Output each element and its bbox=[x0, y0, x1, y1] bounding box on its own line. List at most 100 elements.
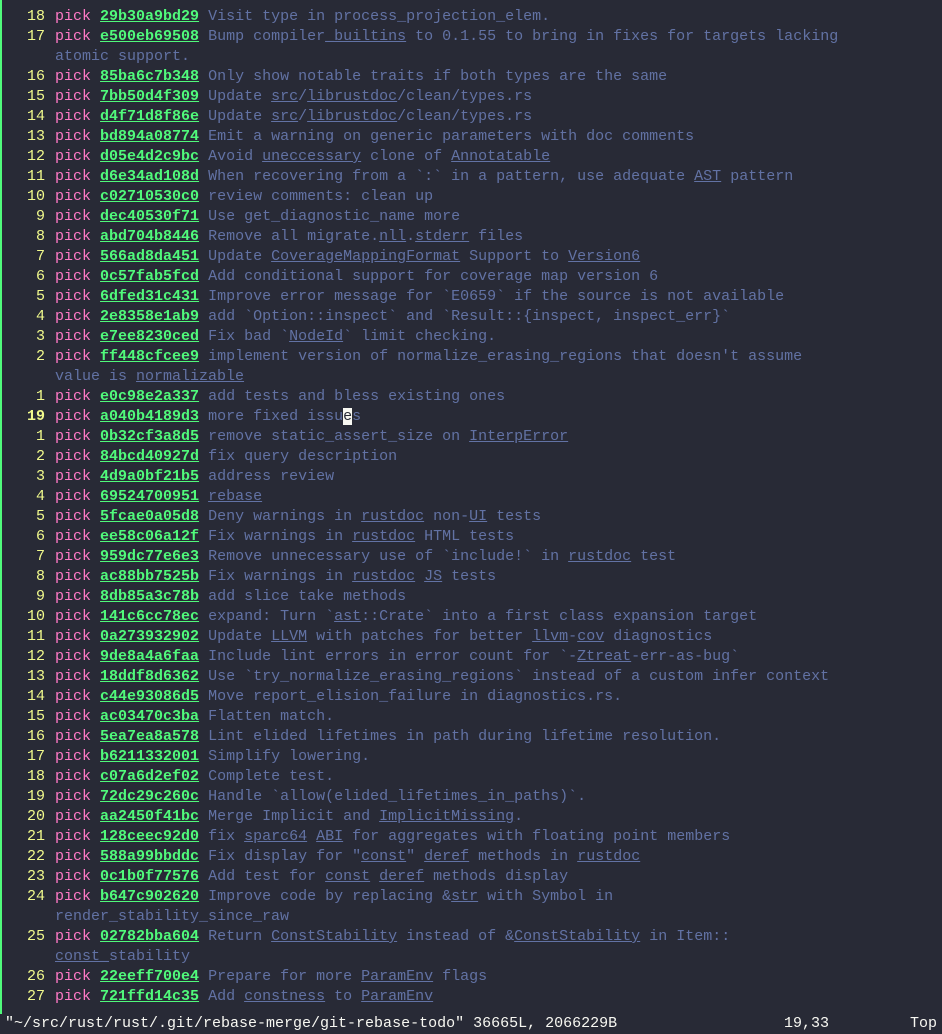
editor-line[interactable]: 20pick aa2450f41bc Merge Implicit and Im… bbox=[0, 807, 942, 827]
rebase-command: pick bbox=[55, 668, 91, 685]
rebase-command: pick bbox=[55, 728, 91, 745]
editor-line[interactable]: 4pick 2e8358e1ab9 add `Option::inspect` … bbox=[0, 307, 942, 327]
commit-hash: 0a273932902 bbox=[100, 628, 199, 645]
editor-line[interactable]: 8pick ac88bb7525b Fix warnings in rustdo… bbox=[0, 567, 942, 587]
editor-line[interactable]: 14pick d4f71d8f86e Update src/librustdoc… bbox=[0, 107, 942, 127]
commit-hash: 0c57fab5fcd bbox=[100, 268, 199, 285]
editor-line[interactable]: 2pick 84bcd40927d fix query description bbox=[0, 447, 942, 467]
editor-line[interactable]: 11pick d6e34ad108d When recovering from … bbox=[0, 167, 942, 187]
commit-hash: ac88bb7525b bbox=[100, 568, 199, 585]
line-number: 3 bbox=[0, 327, 55, 347]
editor-line[interactable]: 5pick 5fcae0a05d8 Deny warnings in rustd… bbox=[0, 507, 942, 527]
editor-line[interactable]: 7pick 566ad8da451 Update CoverageMapping… bbox=[0, 247, 942, 267]
rebase-command: pick bbox=[55, 828, 91, 845]
line-number: 5 bbox=[0, 507, 55, 527]
line-number: 1 bbox=[0, 387, 55, 407]
editor-line[interactable]: 18pick c07a6d2ef02 Complete test. bbox=[0, 767, 942, 787]
editor-viewport[interactable]: 18pick 29b30a9bd29 Visit type in process… bbox=[0, 0, 942, 1034]
editor-line[interactable]: 15pick ac03470c3ba Flatten match. bbox=[0, 707, 942, 727]
line-content: pick ee58c06a12f Fix warnings in rustdoc… bbox=[55, 527, 942, 547]
editor-line[interactable]: 19pick 72dc29c260c Handle `allow(elided_… bbox=[0, 787, 942, 807]
line-number: 24 bbox=[0, 887, 55, 907]
editor-line[interactable]: 21pick 128ceec92d0 fix sparc64 ABI for a… bbox=[0, 827, 942, 847]
editor-line[interactable]: 2pick ff448cfcee9 implement version of n… bbox=[0, 347, 942, 367]
editor-line[interactable]: render_stability_since_raw bbox=[0, 907, 942, 927]
line-content: pick 22eeff700e4 Prepare for more ParamE… bbox=[55, 967, 942, 987]
line-number: 22 bbox=[0, 847, 55, 867]
editor-line[interactable]: const_stability bbox=[0, 947, 942, 967]
rebase-command: pick bbox=[55, 88, 91, 105]
editor-line[interactable]: 23pick 0c1b0f77576 Add test for const de… bbox=[0, 867, 942, 887]
editor-line[interactable]: 22pick 588a99bbddc Fix display for "cons… bbox=[0, 847, 942, 867]
line-content: pick 18ddf8d6362 Use `try_normalize_eras… bbox=[55, 667, 942, 687]
editor-line[interactable]: 16pick 85ba6c7b348 Only show notable tra… bbox=[0, 67, 942, 87]
line-content: pick 566ad8da451 Update CoverageMappingF… bbox=[55, 247, 942, 267]
rebase-command: pick bbox=[55, 628, 91, 645]
line-content: pick 5ea7ea8a578 Lint elided lifetimes i… bbox=[55, 727, 942, 747]
rebase-command: pick bbox=[55, 28, 91, 45]
editor-line[interactable]: 6pick 0c57fab5fcd Add conditional suppor… bbox=[0, 267, 942, 287]
editor-line[interactable]: 17pick e500eb69508 Bump compiler_builtin… bbox=[0, 27, 942, 47]
editor-line[interactable]: 27pick 721ffd14c35 Add constness to Para… bbox=[0, 987, 942, 1007]
editor-line[interactable]: 3pick e7ee8230ced Fix bad `NodeId` limit… bbox=[0, 327, 942, 347]
line-content: pick d4f71d8f86e Update src/librustdoc/c… bbox=[55, 107, 942, 127]
rebase-command: pick bbox=[55, 988, 91, 1005]
editor-line[interactable]: value is normalizable bbox=[0, 367, 942, 387]
editor-line[interactable]: 8pick abd704b8446 Remove all migrate.nll… bbox=[0, 227, 942, 247]
commit-hash: c02710530c0 bbox=[100, 188, 199, 205]
rebase-command: pick bbox=[55, 68, 91, 85]
line-content: pick 84bcd40927d fix query description bbox=[55, 447, 942, 467]
editor-line[interactable]: 26pick 22eeff700e4 Prepare for more Para… bbox=[0, 967, 942, 987]
line-content: pick d6e34ad108d When recovering from a … bbox=[55, 167, 942, 187]
line-number: 18 bbox=[0, 767, 55, 787]
editor-line[interactable]: 10pick c02710530c0 review comments: clea… bbox=[0, 187, 942, 207]
editor-line[interactable]: 13pick 18ddf8d6362 Use `try_normalize_er… bbox=[0, 667, 942, 687]
editor-line[interactable]: 9pick dec40530f71 Use get_diagnostic_nam… bbox=[0, 207, 942, 227]
line-number: 7 bbox=[0, 547, 55, 567]
rebase-command: pick bbox=[55, 388, 91, 405]
rebase-command: pick bbox=[55, 328, 91, 345]
editor-line[interactable]: 14pick c44e93086d5 Move report_elision_f… bbox=[0, 687, 942, 707]
commit-hash: 588a99bbddc bbox=[100, 848, 199, 865]
editor-line[interactable]: 9pick 8db85a3c78b add slice take methods bbox=[0, 587, 942, 607]
line-content: pick 0b32cf3a8d5 remove static_assert_si… bbox=[55, 427, 942, 447]
commit-hash: 9de8a4a6faa bbox=[100, 648, 199, 665]
editor-line[interactable]: 12pick 9de8a4a6faa Include lint errors i… bbox=[0, 647, 942, 667]
editor-line[interactable]: 11pick 0a273932902 Update LLVM with patc… bbox=[0, 627, 942, 647]
line-content: pick 0c1b0f77576 Add test for const dere… bbox=[55, 867, 942, 887]
commit-hash: e0c98e2a337 bbox=[100, 388, 199, 405]
line-number: 17 bbox=[0, 27, 55, 47]
editor-line[interactable]: 1pick 0b32cf3a8d5 remove static_assert_s… bbox=[0, 427, 942, 447]
editor-line[interactable]: 13pick bd894a08774 Emit a warning on gen… bbox=[0, 127, 942, 147]
editor-line[interactable]: 24pick b647c902620 Improve code by repla… bbox=[0, 887, 942, 907]
editor-line[interactable]: 1pick e0c98e2a337 add tests and bless ex… bbox=[0, 387, 942, 407]
commit-hash: bd894a08774 bbox=[100, 128, 199, 145]
editor-line[interactable]: 16pick 5ea7ea8a578 Lint elided lifetimes… bbox=[0, 727, 942, 747]
editor-line[interactable]: 7pick 959dc77e6e3 Remove unnecessary use… bbox=[0, 547, 942, 567]
editor-line[interactable]: 3pick 4d9a0bf21b5 address review bbox=[0, 467, 942, 487]
line-number: 25 bbox=[0, 927, 55, 947]
line-content: pick 588a99bbddc Fix display for "const"… bbox=[55, 847, 942, 867]
line-number: 17 bbox=[0, 747, 55, 767]
editor-line[interactable]: 5pick 6dfed31c431 Improve error message … bbox=[0, 287, 942, 307]
editor-line[interactable]: 4pick 69524700951 rebase bbox=[0, 487, 942, 507]
rebase-command: pick bbox=[55, 348, 91, 365]
commit-hash: b647c902620 bbox=[100, 888, 199, 905]
text-lines[interactable]: 18pick 29b30a9bd29 Visit type in process… bbox=[0, 0, 942, 1007]
editor-line[interactable]: 15pick 7bb50d4f309 Update src/librustdoc… bbox=[0, 87, 942, 107]
editor-line[interactable]: 12pick d05e4d2c9bc Avoid uneccessary clo… bbox=[0, 147, 942, 167]
commit-hash: e7ee8230ced bbox=[100, 328, 199, 345]
editor-line[interactable]: 25pick 02782bba604 Return ConstStability… bbox=[0, 927, 942, 947]
editor-line[interactable]: 19pick a040b4189d3 more fixed issues bbox=[0, 407, 942, 427]
line-content: pick e500eb69508 Bump compiler_builtins … bbox=[55, 27, 942, 47]
rebase-command: pick bbox=[55, 228, 91, 245]
editor-line[interactable]: atomic support. bbox=[0, 47, 942, 67]
line-number bbox=[0, 947, 55, 967]
commit-hash: d6e34ad108d bbox=[100, 168, 199, 185]
status-fileinfo: 36665L, 2066229B bbox=[473, 1015, 617, 1032]
editor-line[interactable]: 18pick 29b30a9bd29 Visit type in process… bbox=[0, 7, 942, 27]
editor-line[interactable]: 10pick 141c6cc78ec expand: Turn `ast::Cr… bbox=[0, 607, 942, 627]
editor-line[interactable]: 17pick b6211332001 Simplify lowering. bbox=[0, 747, 942, 767]
editor-line[interactable]: 6pick ee58c06a12f Fix warnings in rustdo… bbox=[0, 527, 942, 547]
line-content: pick 6dfed31c431 Improve error message f… bbox=[55, 287, 942, 307]
